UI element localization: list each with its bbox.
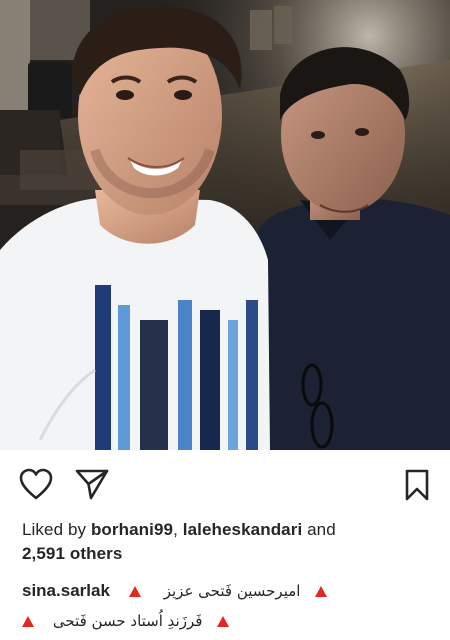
heart-icon[interactable]	[18, 467, 54, 501]
caption-username[interactable]: sina.sarlak	[22, 581, 110, 600]
caption-text: فَرزَندِ اُستاد حسن فَتحی	[52, 612, 203, 630]
liker-username[interactable]: borhani99	[91, 520, 173, 539]
warning-triangle-icon	[315, 586, 328, 597]
warning-triangle-icon	[22, 616, 34, 627]
likes-summary[interactable]: Liked by borhani99, laleheskandari and 2…	[22, 518, 432, 566]
liker-username[interactable]: laleheskandari	[183, 520, 303, 539]
paper-plane-icon[interactable]	[74, 467, 110, 501]
likes-others-count[interactable]: 2,591 others	[22, 544, 122, 563]
warning-triangle-icon	[217, 616, 230, 627]
caption-text: امیرحسین فَتحی عزیز	[163, 582, 301, 600]
post-photo[interactable]	[0, 0, 450, 450]
caption-line: sina.sarlak امیرحسین فَتحی عزیز	[22, 578, 432, 604]
warning-triangle-icon	[128, 586, 141, 597]
caption-line: فَرزَندِ اُستاد حسن فَتحی	[22, 608, 432, 634]
likes-and: and	[302, 520, 336, 539]
action-bar	[0, 450, 450, 516]
likes-prefix: Liked by	[22, 520, 91, 539]
likes-separator: ,	[173, 520, 183, 539]
bookmark-icon[interactable]	[402, 468, 432, 502]
